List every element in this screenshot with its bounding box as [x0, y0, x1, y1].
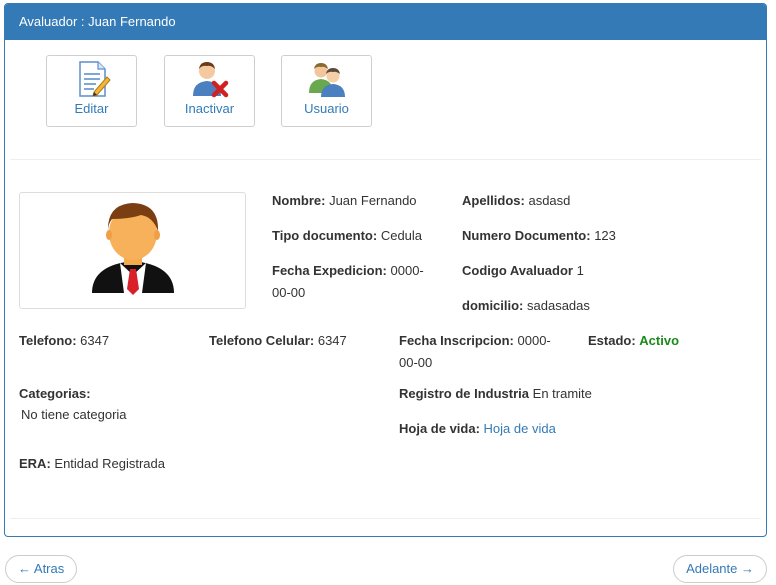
- status-badge: Activo: [639, 333, 680, 348]
- divider-bottom: [10, 518, 761, 519]
- remove-user-icon: [192, 62, 228, 98]
- previous-button[interactable]: ← Atras: [5, 555, 78, 583]
- edit-document-icon: [78, 61, 111, 97]
- codigo-avaluador-field: Codigo Avaluador 1: [462, 263, 584, 278]
- divider-top: [10, 159, 761, 160]
- apellidos-field: Apellidos: asdasd: [462, 193, 571, 208]
- fecha-expedicion-field: Fecha Expedicion: 0000- 00-00: [272, 263, 424, 300]
- tipo-documento-field: Tipo documento: Cedula: [272, 228, 423, 243]
- nombre-field: Nombre: Juan Fernando: [272, 193, 417, 208]
- edit-button[interactable]: Editar: [46, 55, 137, 127]
- panel-title: Avaluador : Juan Fernando: [5, 4, 766, 40]
- users-group-icon: [308, 63, 345, 97]
- user-button-label: Usuario: [304, 101, 349, 116]
- fecha-inscripcion-field: Fecha Inscripcion: 0000- 00-00: [399, 333, 551, 370]
- registro-industria-field: Registro de Industria En tramite: [399, 386, 592, 401]
- era-field: ERA: Entidad Registrada: [19, 456, 165, 471]
- profile-photo: [19, 192, 246, 309]
- domicilio-field: domicilio: sadasadas: [462, 298, 590, 313]
- numero-documento-field: Numero Documento: 123: [462, 228, 616, 243]
- inactivate-button[interactable]: Inactivar: [164, 55, 255, 127]
- categorias-field: Categorias:: [19, 386, 91, 401]
- hoja-de-vida-link[interactable]: Hoja de vida: [484, 421, 556, 436]
- next-button[interactable]: Adelante →: [673, 555, 767, 583]
- telefono-field: Telefono: 6347: [19, 333, 110, 348]
- evaluator-panel: Avaluador : Juan Fernando Editar Inactiv…: [4, 3, 767, 537]
- telefono-celular-field: Telefono Celular: 6347: [209, 333, 347, 348]
- categorias-value: No tiene categoria: [21, 407, 127, 422]
- user-button[interactable]: Usuario: [281, 55, 372, 127]
- edit-button-label: Editar: [74, 101, 109, 116]
- hoja-de-vida-field: Hoja de vida: Hoja de vida: [399, 421, 556, 436]
- estado-field: Estado: Activo: [588, 333, 680, 348]
- inactivate-button-label: Inactivar: [184, 101, 235, 116]
- person-avatar-icon: [92, 203, 174, 295]
